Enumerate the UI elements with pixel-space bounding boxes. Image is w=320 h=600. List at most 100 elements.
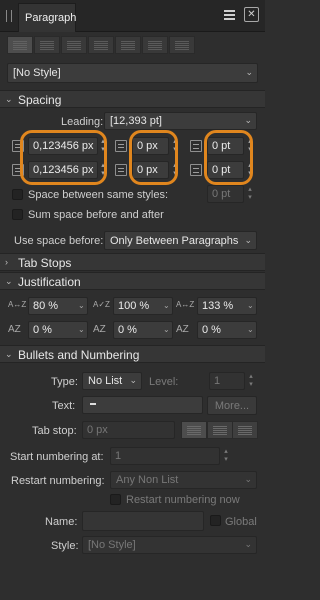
highlight-box xyxy=(20,130,107,185)
section-justification[interactable]: ⌄ Justification xyxy=(0,272,265,290)
align-right-button[interactable] xyxy=(61,36,87,54)
letter-spacing-desired-icon: AZ xyxy=(93,324,106,335)
start-numbering-stepper[interactable]: ▴ ▾ xyxy=(222,448,230,464)
chevron-down-icon: ⌄ xyxy=(244,115,252,125)
restart-now-checkbox[interactable] xyxy=(110,494,121,505)
level-stepper[interactable]: ▴ ▾ xyxy=(247,373,255,389)
start-numbering-field[interactable]: 1 xyxy=(110,447,220,465)
space-before-icon xyxy=(190,140,202,152)
use-space-before-value: Only Between Paragraphs xyxy=(110,235,239,247)
justify-right-button[interactable] xyxy=(142,36,168,54)
align-right-icon xyxy=(238,426,252,435)
justify-left-icon xyxy=(94,41,108,50)
start-numbering-label: Start numbering at: xyxy=(10,451,104,463)
tab-stop-field[interactable]: 0 px xyxy=(82,421,175,439)
align-left-icon xyxy=(13,41,27,50)
sum-space-label: Sum space before and after xyxy=(28,209,164,221)
chevron-down-icon: ⌄ xyxy=(244,474,252,484)
justify-all-button[interactable] xyxy=(169,36,195,54)
chevron-down-icon[interactable]: ⌄ xyxy=(247,322,257,338)
chevron-down-icon: ⌄ xyxy=(5,349,13,359)
word-spacing-desired-icon: A✓Z xyxy=(93,300,110,309)
tab-align-right-button[interactable] xyxy=(232,421,258,439)
align-right-icon xyxy=(67,41,81,50)
restart-now-label: Restart numbering now xyxy=(126,494,240,506)
space-between-field[interactable]: 0 pt xyxy=(207,185,244,203)
tab-stop-label: Tab stop: xyxy=(32,425,77,437)
justify-center-icon xyxy=(121,41,135,50)
leading-value: [12,393 pt] xyxy=(110,115,162,127)
highlight-box xyxy=(204,130,253,185)
use-space-before-select[interactable]: Only Between Paragraphs ⌄ xyxy=(104,231,257,250)
chevron-down-icon: ⌄ xyxy=(129,375,137,385)
chevron-down-icon: ⌄ xyxy=(245,67,253,77)
section-bullets-title: Bullets and Numbering xyxy=(18,348,140,362)
list-style-select[interactable]: [No Style] ⌄ xyxy=(82,536,257,554)
word-spacing-min-icon: A↔Z xyxy=(8,300,27,309)
align-center-icon xyxy=(40,41,54,50)
section-bullets-numbering[interactable]: ⌄ Bullets and Numbering xyxy=(0,345,265,363)
section-spacing[interactable]: ⌄ Spacing xyxy=(0,90,265,108)
space-after-icon xyxy=(190,164,202,176)
space-between-checkbox[interactable] xyxy=(12,189,23,200)
more-button[interactable]: More... xyxy=(207,396,257,415)
align-center-button[interactable] xyxy=(34,36,60,54)
global-label: Global xyxy=(225,516,257,528)
section-spacing-title: Spacing xyxy=(18,93,62,107)
justify-left-button[interactable] xyxy=(88,36,114,54)
space-between-stepper[interactable]: ▴ ▾ xyxy=(246,186,254,202)
paragraph-style-value: [No Style] xyxy=(13,67,61,79)
letter-spacing-max-icon: AZ xyxy=(176,324,189,335)
section-justification-title: Justification xyxy=(18,275,81,289)
letter-spacing-min-icon: AZ xyxy=(8,324,21,335)
list-type-value: No List xyxy=(88,375,123,387)
panel-menu-icon[interactable] xyxy=(224,10,235,20)
right-indent-icon xyxy=(115,140,127,152)
panel-header: Paragraph ✕ xyxy=(0,0,265,32)
restart-numbering-label: Restart numbering: xyxy=(11,475,105,487)
list-type-label: Type: xyxy=(51,376,78,388)
global-checkbox[interactable] xyxy=(210,515,221,526)
leading-label: Leading: xyxy=(61,116,104,128)
leading-field[interactable]: [12,393 pt] ⌄ xyxy=(104,112,257,130)
chevron-down-icon[interactable]: ⌄ xyxy=(78,298,88,314)
paragraph-style-select[interactable]: [No Style] ⌄ xyxy=(7,63,258,83)
bullet-text-label: Text: xyxy=(52,400,76,412)
chevron-right-icon: › xyxy=(5,257,8,267)
indent-icon xyxy=(115,164,127,176)
restart-numbering-select[interactable]: Any Non List ⌄ xyxy=(110,471,257,489)
restart-numbering-value: Any Non List xyxy=(116,474,179,486)
chevron-down-icon: ⌄ xyxy=(244,235,252,245)
bullet-dash-icon xyxy=(90,403,96,405)
chevron-down-icon[interactable]: ⌄ xyxy=(163,322,173,338)
word-spacing-max-icon: A↔Z xyxy=(176,300,195,309)
tab-align-center-button[interactable] xyxy=(207,421,233,439)
justify-right-icon xyxy=(148,41,162,50)
chevron-down-icon: ⌄ xyxy=(5,94,13,104)
align-left-button[interactable] xyxy=(7,36,33,54)
bullet-text-field[interactable] xyxy=(82,396,203,414)
list-name-field[interactable] xyxy=(82,511,204,531)
level-field[interactable]: 1 xyxy=(209,372,245,390)
section-tab-stops-title: Tab Stops xyxy=(18,256,72,270)
chevron-down-icon[interactable]: ⌄ xyxy=(163,298,173,314)
alignment-toolbar xyxy=(7,36,196,56)
highlight-box xyxy=(129,130,178,185)
chevron-down-icon[interactable]: ⌄ xyxy=(78,322,88,338)
justify-center-button[interactable] xyxy=(115,36,141,54)
list-style-value: [No Style] xyxy=(88,539,136,551)
tab-align-left-button[interactable] xyxy=(181,421,207,439)
sum-space-checkbox[interactable] xyxy=(12,209,23,220)
justify-all-icon xyxy=(175,41,189,50)
drag-grip-icon[interactable] xyxy=(6,10,12,22)
chevron-down-icon: ⌄ xyxy=(5,276,13,286)
tab-paragraph[interactable]: Paragraph xyxy=(18,3,76,32)
chevron-down-icon[interactable]: ⌄ xyxy=(247,298,257,314)
space-between-label: Space between same styles: xyxy=(28,189,169,201)
list-type-select[interactable]: No List ⌄ xyxy=(82,372,142,390)
use-space-before-label: Use space before: xyxy=(14,235,104,247)
section-tab-stops[interactable]: › Tab Stops xyxy=(0,253,265,271)
align-left-icon xyxy=(187,426,201,435)
list-name-label: Name: xyxy=(45,516,78,528)
close-icon[interactable]: ✕ xyxy=(244,7,259,22)
